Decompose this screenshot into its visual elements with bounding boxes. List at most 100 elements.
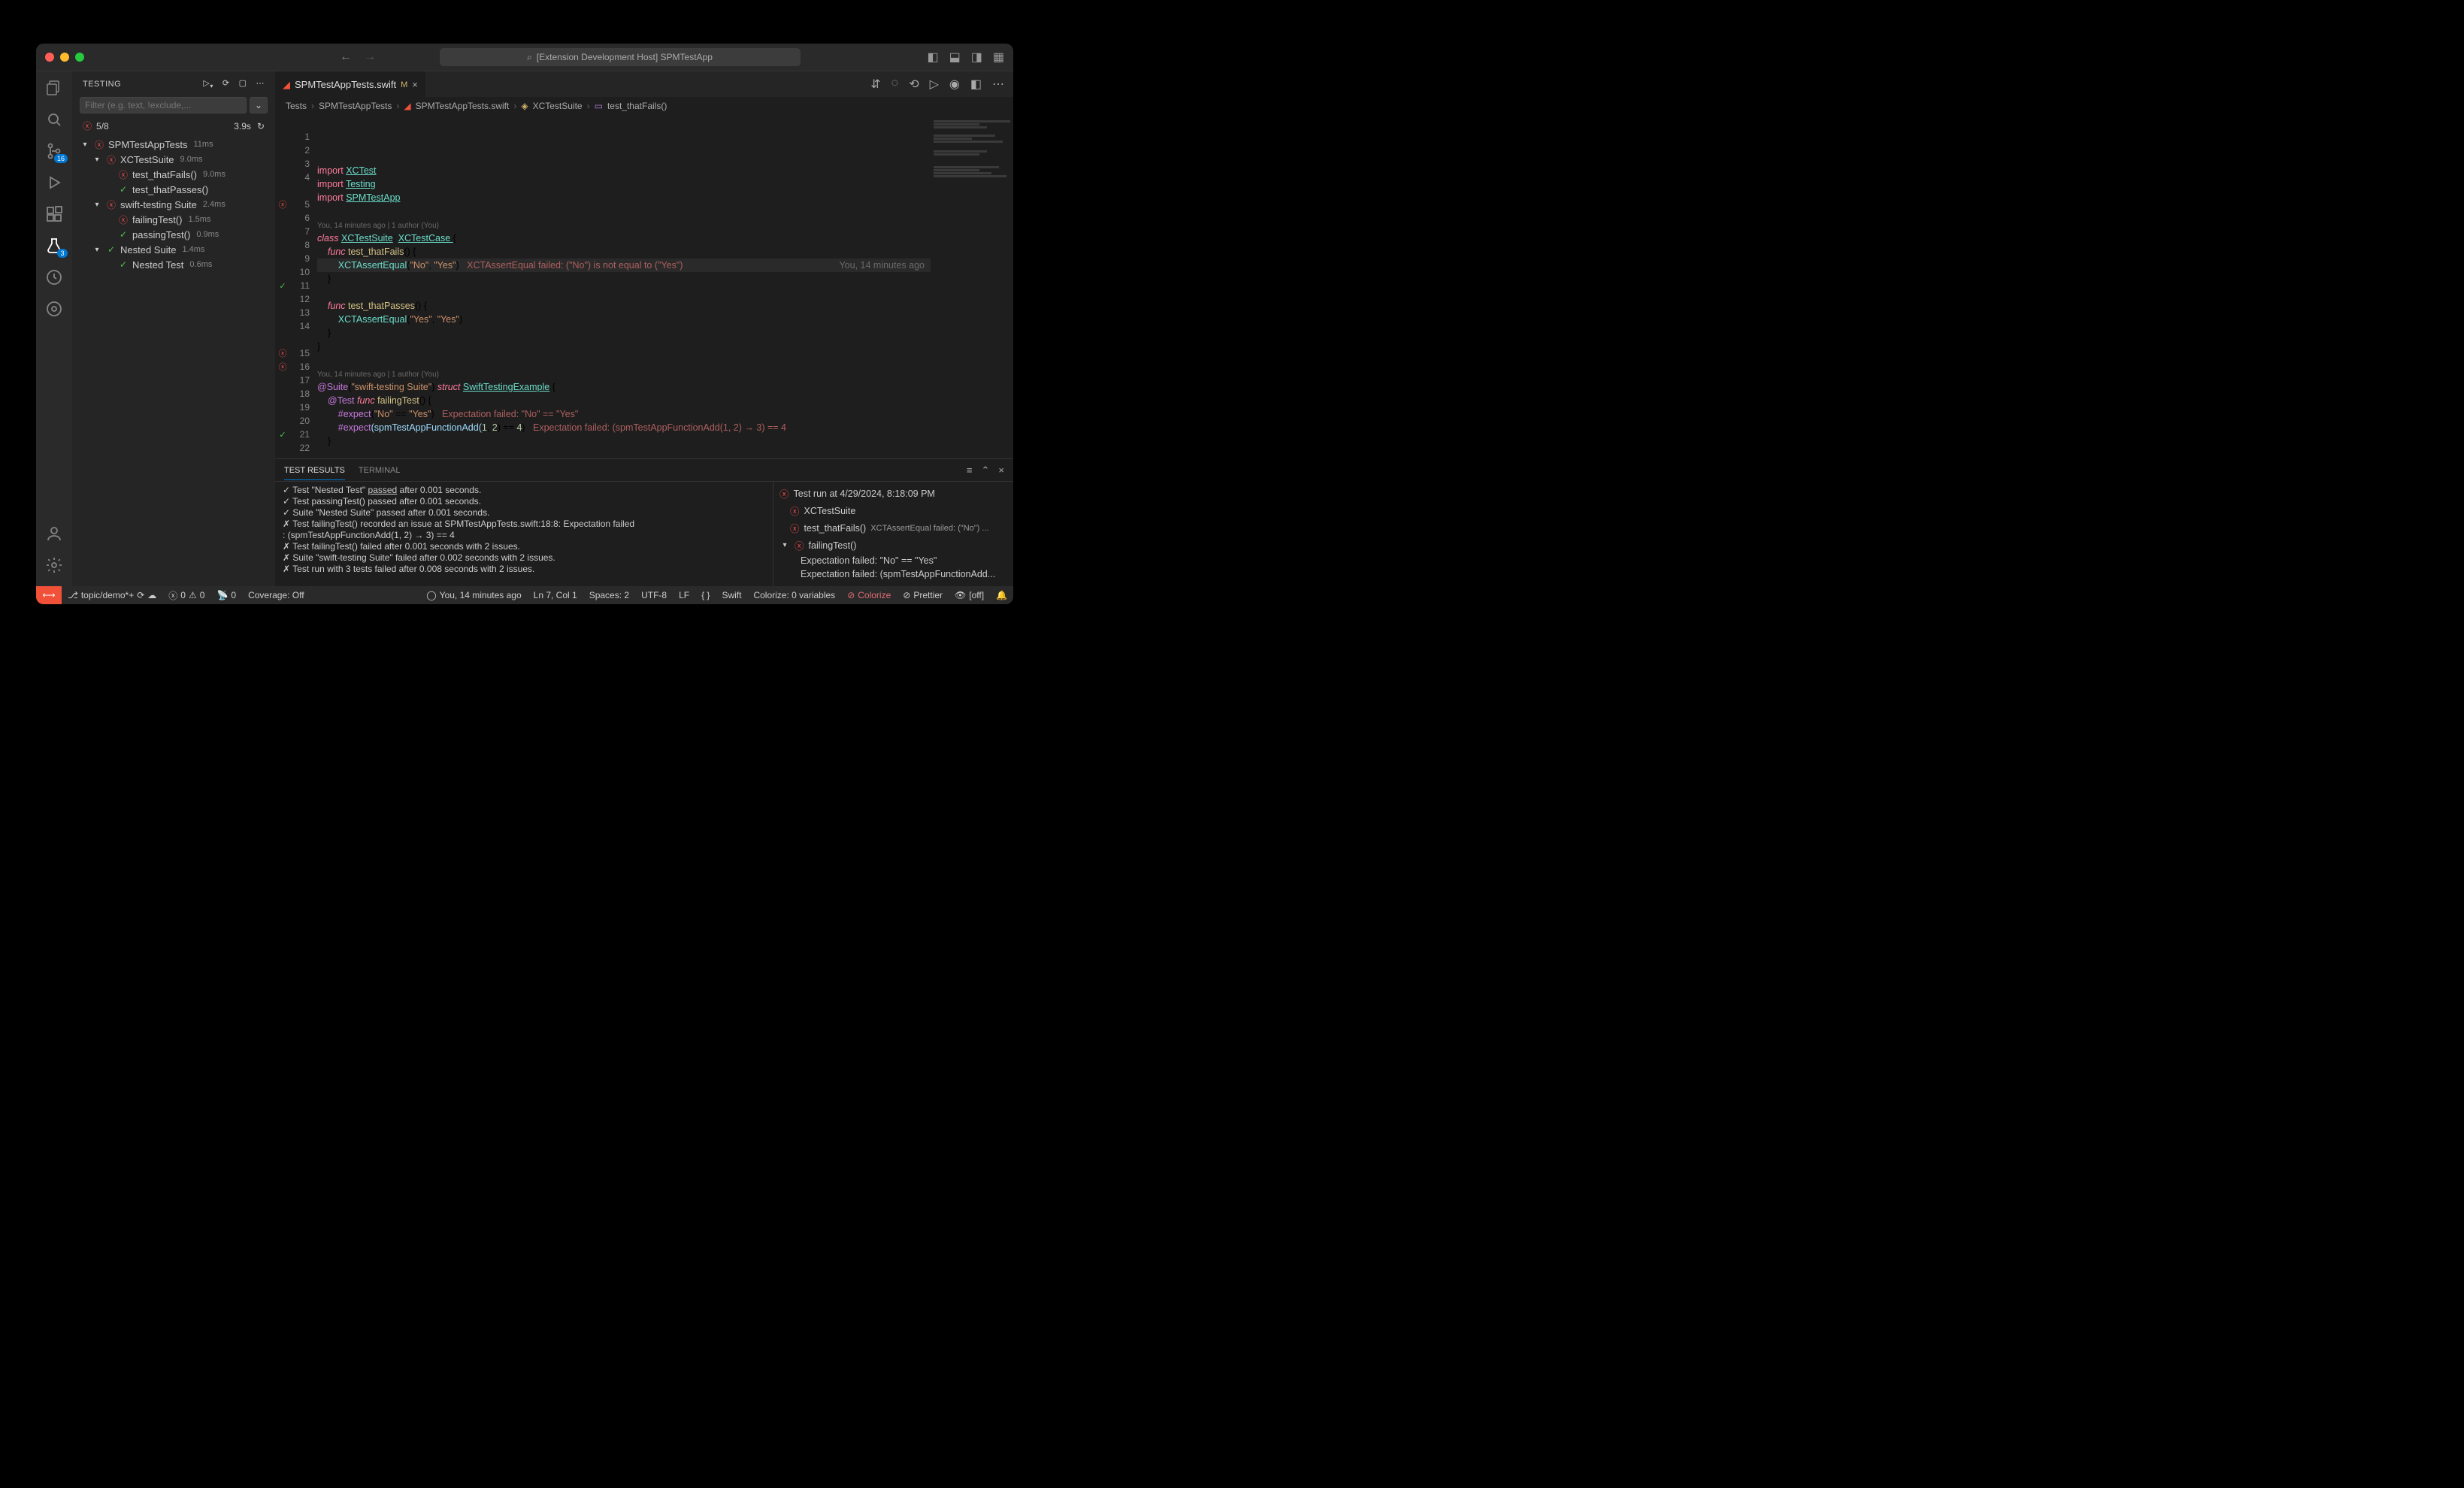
extensions-icon[interactable]: [45, 205, 63, 223]
test-tree-item[interactable]: ⓧfailingTest()1.5ms: [72, 212, 275, 227]
live-share-icon[interactable]: [45, 300, 63, 318]
colorize-btn[interactable]: ⊘ Colorize: [841, 590, 897, 600]
test-tree-item[interactable]: ▾ⓧSPMTestAppTests11ms: [72, 137, 275, 152]
sync-icon[interactable]: ⟳: [137, 590, 144, 600]
chevron-icon[interactable]: ▾: [779, 541, 790, 549]
chevron-icon[interactable]: ▾: [92, 201, 102, 209]
eol[interactable]: LF: [673, 590, 695, 600]
show-output-icon[interactable]: ▢: [239, 78, 247, 89]
run-debug-icon[interactable]: [45, 174, 63, 192]
collapse-icon[interactable]: ⌃: [982, 464, 990, 476]
eye-off[interactable]: 👁 [off]: [949, 590, 990, 600]
search-icon[interactable]: [45, 110, 63, 129]
test-results-tree[interactable]: ⓧTest run at 4/29/2024, 8:18:09 PMⓧXCTes…: [773, 482, 1013, 586]
layout-customize-icon[interactable]: ▦: [993, 50, 1004, 65]
settings-gear-icon[interactable]: [45, 556, 63, 574]
blame-status[interactable]: ◯You, 14 minutes ago: [420, 590, 527, 600]
loop-icon[interactable]: ⟲: [909, 77, 919, 92]
run-tests-icon[interactable]: ▷▾: [203, 78, 213, 89]
crumb[interactable]: XCTestSuite: [533, 101, 583, 111]
gutter-fail-icon[interactable]: ⓧ: [279, 347, 287, 359]
gutter-fail-icon[interactable]: ⓧ: [279, 361, 287, 373]
list-icon[interactable]: ≡: [967, 464, 973, 476]
prettier[interactable]: ⊘ Prettier: [897, 590, 949, 600]
filter-input[interactable]: [80, 97, 247, 113]
colorize-vars[interactable]: Colorize: 0 variables: [747, 590, 841, 600]
test-results-log[interactable]: ✓ Test "Nested Test" passed after 0.001 …: [275, 482, 773, 586]
crumb[interactable]: test_thatFails(): [607, 101, 667, 111]
breadcrumb[interactable]: Tests› SPMTestAppTests› ◢SPMTestAppTests…: [275, 97, 1013, 115]
tab-test-results[interactable]: TEST RESULTS: [284, 466, 345, 480]
debug-tests-icon[interactable]: ⟳: [222, 78, 230, 89]
lang-braces[interactable]: { }: [695, 590, 716, 600]
layout-sidebar-icon[interactable]: ◧: [928, 50, 939, 65]
close-window[interactable]: [45, 53, 54, 62]
result-item[interactable]: ⓧTest run at 4/29/2024, 8:18:09 PM: [779, 485, 1007, 502]
run-coverage-icon[interactable]: ◉: [949, 77, 960, 92]
crumb[interactable]: Tests: [286, 101, 307, 111]
layout-panel-icon[interactable]: ⬓: [949, 50, 961, 65]
indentation[interactable]: Spaces: 2: [583, 590, 635, 600]
more-actions-icon[interactable]: ⋯: [256, 78, 265, 89]
test-tree-item[interactable]: ✓passingTest()0.9ms: [72, 227, 275, 242]
close-panel-icon[interactable]: ×: [998, 464, 1004, 476]
minimize-window[interactable]: [60, 53, 69, 62]
filter-button-icon[interactable]: ⌄: [250, 97, 268, 113]
timeline-icon[interactable]: [45, 268, 63, 286]
cancel-icon: ⊘: [903, 590, 910, 600]
scm-icon[interactable]: 16: [45, 142, 63, 160]
compare-icon[interactable]: ⇵: [870, 77, 880, 92]
crumb[interactable]: SPMTestAppTests.swift: [416, 101, 510, 111]
crumb[interactable]: SPMTestAppTests: [319, 101, 392, 111]
testing-icon[interactable]: 3: [45, 237, 63, 255]
cursor-pos[interactable]: Ln 7, Col 1: [528, 590, 583, 600]
chevron-icon[interactable]: ▾: [80, 141, 90, 149]
notifications-icon[interactable]: 🔔: [990, 590, 1013, 600]
account-icon[interactable]: [45, 525, 63, 543]
command-center[interactable]: ⌕ [Extension Development Host] SPMTestAp…: [440, 48, 801, 66]
split-editor-icon[interactable]: ◧: [970, 77, 982, 92]
test-tree-item[interactable]: ✓test_thatPasses(): [72, 182, 275, 197]
coverage[interactable]: Coverage: Off: [242, 590, 310, 600]
ports[interactable]: 📡0: [210, 590, 242, 600]
language[interactable]: Swift: [716, 590, 747, 600]
result-item[interactable]: ▾ⓧfailingTest(): [779, 537, 1007, 554]
test-tree-item[interactable]: ⓧtest_thatFails()9.0ms: [72, 167, 275, 182]
git-icon[interactable]: ◌: [891, 77, 899, 92]
nav-back-icon[interactable]: ←: [340, 50, 352, 64]
test-tree-item[interactable]: ▾✓Nested Suite1.4ms: [72, 242, 275, 257]
test-tree-item[interactable]: ▾ⓧswift-testing Suite2.4ms: [72, 197, 275, 212]
chevron-icon[interactable]: ▾: [92, 246, 102, 254]
maximize-window[interactable]: [75, 53, 84, 62]
test-tree-item[interactable]: ▾ⓧXCTestSuite9.0ms: [72, 152, 275, 167]
cloud-icon[interactable]: ☁: [147, 590, 156, 600]
tab-file[interactable]: ◢ SPMTestAppTests.swift M ×: [275, 71, 425, 97]
minimap[interactable]: [931, 115, 1013, 458]
test-tree-item[interactable]: ✓Nested Test0.6ms: [72, 257, 275, 272]
encoding[interactable]: UTF-8: [635, 590, 673, 600]
problems[interactable]: ⓧ0 ⚠0: [162, 589, 210, 602]
git-branch[interactable]: ⎇topic/demo*+ ⟳ ☁: [62, 590, 162, 600]
editor[interactable]: ⓧ✓ⓧⓧ✓ 1234567891011121314151617181920212…: [275, 115, 1013, 458]
chevron-icon[interactable]: ▾: [92, 156, 102, 164]
layout-secondary-icon[interactable]: ◨: [971, 50, 982, 65]
gutter-pass-icon[interactable]: ✓: [279, 281, 286, 291]
test-time: 11ms: [194, 140, 213, 149]
result-item[interactable]: Expectation failed: "No" == "Yes": [779, 554, 1007, 567]
test-name: XCTestSuite: [120, 154, 174, 165]
result-item[interactable]: ⓧtest_thatFails()XCTAssertEqual failed: …: [779, 519, 1007, 537]
explorer-icon[interactable]: [45, 79, 63, 97]
more-icon[interactable]: ⋯: [992, 77, 1004, 92]
nav-forward-icon[interactable]: →: [364, 50, 376, 64]
close-tab-icon[interactable]: ×: [412, 79, 418, 90]
result-item[interactable]: ⓧXCTestSuite: [779, 502, 1007, 519]
run-icon[interactable]: ▷: [930, 77, 939, 92]
gutter-pass-icon[interactable]: ✓: [279, 430, 286, 440]
code-content[interactable]: You, 14 minutes ago | 1 author (You) imp…: [317, 115, 931, 458]
refresh-icon[interactable]: ↻: [257, 121, 265, 132]
result-item[interactable]: Expectation failed: (spmTestAppFunctionA…: [779, 567, 1007, 581]
gutter-fail-icon[interactable]: ⓧ: [279, 198, 287, 210]
error-icon: ⓧ: [168, 589, 177, 602]
remote-indicator[interactable]: ⟷: [36, 586, 62, 604]
tab-terminal[interactable]: TERMINAL: [359, 466, 401, 475]
